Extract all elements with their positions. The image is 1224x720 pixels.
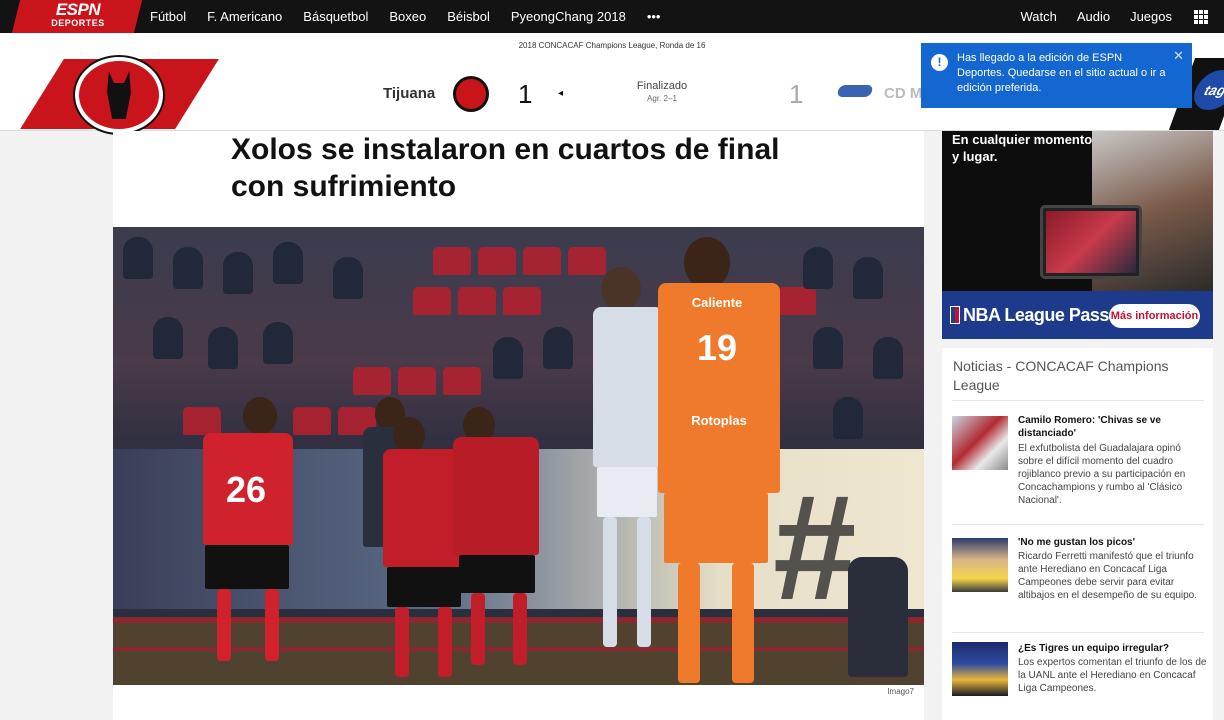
news-headline[interactable]: 'No me gustan los picos' — [1018, 536, 1208, 549]
partner-logo-text: tag — [1188, 70, 1224, 110]
news-panel-title: Noticias - CONCACAF Champions League — [953, 358, 1169, 393]
ad-cta-button[interactable]: Más información — [1109, 304, 1200, 328]
nav-link-boxeo[interactable]: Boxeo — [389, 9, 426, 24]
news-headline[interactable]: Camilo Romero: 'Chivas se ve distanciado… — [1018, 414, 1208, 440]
home-score: 1 — [518, 79, 533, 109]
divider — [952, 524, 1204, 525]
divider — [952, 632, 1204, 633]
close-icon[interactable]: ✕ — [1173, 48, 1184, 63]
nav-link-watch[interactable]: Watch — [1020, 9, 1056, 24]
xolo-dog-icon — [107, 71, 131, 119]
grid-icon[interactable] — [1194, 9, 1208, 24]
news-summary: Ricardo Ferretti manifestó que el triunf… — [1018, 551, 1198, 601]
article-photo[interactable]: # 26 Caliente 19 Rotoplas — [113, 227, 924, 685]
espn-deportes-logo[interactable]: ESPN DEPORTES — [28, 0, 128, 32]
nav-link-juegos[interactable]: Juegos — [1130, 9, 1172, 24]
nav-right: Watch Audio Juegos — [1000, 0, 1208, 33]
nba-league-pass-ad[interactable]: En cualquier momento y lugar. NBA League… — [942, 131, 1213, 339]
home-team-name[interactable]: Tijuana — [383, 85, 435, 102]
news-summary: Los expertos comentan el triunfo de los … — [1018, 657, 1207, 694]
aggregate-score: Agr. 2–1 — [647, 94, 677, 103]
nav-link-futbol[interactable]: Fútbol — [150, 9, 186, 24]
away-team-name[interactable]: CD M — [884, 85, 922, 102]
home-team-logo — [453, 76, 489, 112]
news-thumbnail[interactable] — [952, 538, 1008, 592]
nav-link-audio[interactable]: Audio — [1077, 9, 1110, 24]
nba-logo: NBA League Pass — [950, 305, 1109, 326]
nav-link-beisbol[interactable]: Béisbol — [447, 9, 490, 24]
edition-notification-text[interactable]: Has llegado a la edición de ESPN Deporte… — [957, 51, 1170, 96]
away-score: 1 — [789, 79, 804, 109]
club-tijuana-crest[interactable] — [75, 57, 163, 133]
nav-link-pyeongchang[interactable]: PyeongChang 2018 — [511, 9, 626, 24]
more-menu-icon[interactable]: ••• — [647, 9, 661, 24]
logo-text-deportes: DEPORTES — [51, 18, 105, 28]
nav-link-futbol-americano[interactable]: F. Americano — [207, 9, 282, 24]
nba-brand-text: NBA League Pass — [963, 305, 1109, 325]
jersey-number-26: 26 — [225, 469, 267, 510]
nav-link-basquetbol[interactable]: Básquetbol — [303, 9, 368, 24]
edition-notification[interactable]: ! Has llegado a la edición de ESPN Depor… — [921, 43, 1192, 108]
ad-bottom-bar: NBA League Pass Más información — [942, 291, 1213, 339]
photo-credit: Imago7 — [887, 687, 914, 696]
news-thumbnail[interactable] — [952, 642, 1008, 696]
news-panel: Noticias - CONCACAF Champions League Cam… — [942, 348, 1213, 720]
news-headline[interactable]: ¿Es Tigres un equipo irregular? — [1018, 642, 1208, 655]
nba-logo-icon — [950, 306, 960, 324]
ad-headline: En cualquier momento y lugar. — [952, 132, 1093, 164]
info-icon: ! — [931, 54, 948, 71]
article-headline: Xolos se instalaron en cuartos de final … — [231, 133, 780, 203]
main-nav-links: Fútbol F. Americano Básquetbol Boxeo Béi… — [150, 0, 681, 33]
divider — [952, 400, 1204, 401]
jersey-sponsor-rotoplas: Rotoplas — [691, 413, 747, 428]
top-navigation: ESPN DEPORTES Fútbol F. Americano Básque… — [0, 0, 1224, 33]
jersey-number-19: 19 — [696, 327, 738, 368]
jersey-sponsor-caliente: Caliente — [691, 295, 743, 310]
match-status[interactable]: Finalizado Agr. 2–1 — [632, 80, 692, 103]
logo-text-espn: ESPN — [55, 0, 101, 19]
article: Xolos se instalaron en cuartos de final … — [113, 131, 924, 720]
ad-tablet-image — [1040, 205, 1142, 279]
away-team-logo — [836, 85, 874, 101]
winner-arrow-icon: ◂ — [558, 88, 564, 99]
news-summary: El exfutbolista del Guadalajara opinó so… — [1018, 443, 1186, 506]
spectator — [848, 557, 908, 677]
status-text: Finalizado — [636, 80, 688, 92]
news-thumbnail[interactable] — [952, 416, 1008, 470]
